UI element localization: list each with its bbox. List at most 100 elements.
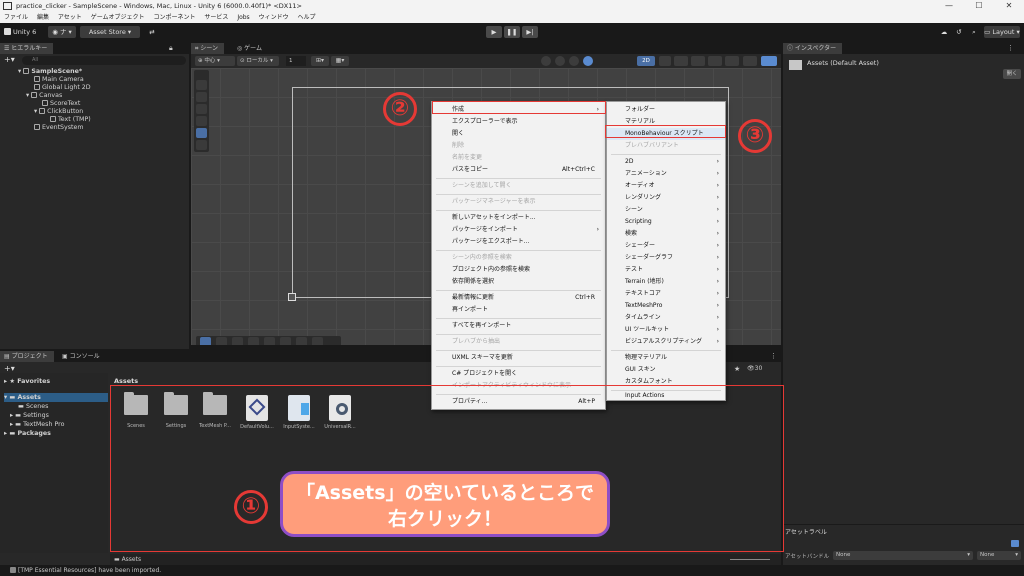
submenu-item-visual-scripting[interactable]: ビジュアルスクリプティング › [607,336,725,348]
favorite-star-icon[interactable]: ★ [734,365,740,373]
camera-settings-icon[interactable] [725,56,739,66]
menu-item-reimport[interactable]: 再インポート [432,304,605,316]
lighting-toggle-icon[interactable] [659,56,671,66]
lighting-mode-icon[interactable] [569,56,579,66]
submenu-item-2d[interactable]: 2D › [607,156,725,168]
scale-tool-icon[interactable] [196,116,207,126]
rect-tool-icon[interactable] [196,128,207,138]
close-button[interactable]: ✕ [994,0,1024,12]
layout-dropdown[interactable]: ▭ Layout ▾ [984,26,1020,38]
menu-component[interactable]: コンポーネント [153,14,195,21]
submenu-item-scripting[interactable]: Scripting › [607,216,725,228]
hidden-objects-icon[interactable] [708,56,722,66]
grid-snap-button[interactable]: ⊞▾ [311,56,329,66]
2d-mode-toggle[interactable]: 2D [637,56,655,66]
label-tag-icon[interactable] [1011,540,1019,547]
tree-item-scenes[interactable]: ▬ Scenes [18,402,48,411]
hierarchy-item-eventsystem[interactable]: EventSystem [34,123,84,132]
play-button[interactable]: ▶ [486,26,502,38]
render-mode-icon[interactable] [583,56,593,66]
breadcrumb[interactable]: Assets [114,377,138,385]
menu-item-export-package[interactable]: パッケージをエクスポート... [432,236,605,248]
history-icon[interactable]: ↺ [954,26,964,38]
tree-item-textmeshpro[interactable]: ▸ ▬ TextMesh Pro [10,420,64,429]
maximize-button[interactable]: ☐ [964,0,994,12]
asset-variant-dropdown[interactable]: None ▾ [977,551,1021,560]
project-menu-icon[interactable]: ⋮ [770,352,777,360]
tree-item-assets[interactable]: ▾ ▬ Assets [4,393,108,402]
add-object-button[interactable]: +▾ [4,55,15,64]
menu-assets[interactable]: アセット [58,14,82,21]
effects-toggle-icon[interactable] [691,56,705,66]
minimize-button[interactable]: — [934,0,964,12]
submenu-item-gui-skin[interactable]: GUI スキン [607,364,725,376]
overlay-search-icon[interactable] [280,337,291,345]
menu-item-open-csharp-project[interactable]: C# プロジェクトを開く [432,368,605,380]
rotate-tool-icon[interactable] [196,104,207,114]
menu-window[interactable]: ウィンドウ [259,14,289,21]
submenu-item-timeline[interactable]: タイムライン › [607,312,725,324]
space-dropdown[interactable]: ⊙ ローカル ▾ [237,56,279,66]
inspector-lock-icon[interactable]: ⋮ [1007,44,1014,52]
pivot-dropdown[interactable]: ⊕ 中心 ▾ [195,56,235,66]
hierarchy-search-input[interactable]: All [22,56,186,65]
move-tool-icon[interactable] [196,92,207,102]
gizmos-toggle-icon[interactable] [743,56,757,66]
draw-mode-icon[interactable] [555,56,565,66]
snap-increment-input[interactable]: 1 [286,56,306,66]
menu-services[interactable]: サービス [204,14,228,21]
unity-account-button[interactable]: Unity 6 [4,26,44,38]
menu-file[interactable]: ファイル [4,14,28,21]
tab-console[interactable]: ▣ コンソール [58,351,106,362]
menu-item-find-in-project[interactable]: プロジェクト内の参照を検索 [432,264,605,276]
submenu-item-folder[interactable]: フォルダー [607,104,725,116]
submenu-item-text-core[interactable]: テキストコア › [607,288,725,300]
tree-item-packages[interactable]: ▸ ▬ Packages [4,429,51,438]
menu-gameobject[interactable]: ゲームオブジェクト [91,14,145,21]
tab-game[interactable]: ◎ ゲーム [233,43,268,54]
audio-toggle-icon[interactable] [674,56,688,66]
menu-jobs[interactable]: Jobs [237,14,249,21]
menu-item-refresh[interactable]: 最新情報に更新 Ctrl+R [432,292,605,304]
account-dropdown[interactable]: ◉ ナ ▾ [48,26,76,38]
submenu-item-ui-toolkit[interactable]: UI ツールキット › [607,324,725,336]
tab-hierarchy[interactable]: ☰ ヒエラルキー [0,43,54,54]
pause-button[interactable]: ❚❚ [504,26,520,38]
menu-item-reimport-all[interactable]: すべてを再インポート [432,320,605,332]
tab-scene[interactable]: ⌗ シーン [191,43,224,54]
submenu-item-scene[interactable]: シーン › [607,204,725,216]
grid-visibility-button[interactable]: ▦▾ [331,56,349,66]
zoom-slider[interactable] [730,559,770,560]
project-add-button[interactable]: +▾ [4,364,15,373]
menu-item-select-dependencies[interactable]: 依存関係を選択 [432,276,605,288]
menu-item-open[interactable]: 開く [432,128,605,140]
submenu-item-shader-graph[interactable]: シェーダーグラフ › [607,252,725,264]
submenu-item-testing[interactable]: テスト › [607,264,725,276]
overlay-layout-icon[interactable] [216,337,227,345]
shading-mode-icon[interactable] [541,56,551,66]
overlay-paint-icon[interactable] [264,337,275,345]
menu-item-update-uxml-schema[interactable]: UXML スキーマを更新 [432,352,605,364]
submenu-item-shader[interactable]: シェーダー › [607,240,725,252]
menu-edit[interactable]: 編集 [37,14,49,21]
menu-item-import-new-asset[interactable]: 新しいアセットをインポート... [432,212,605,224]
step-button[interactable]: ▶| [522,26,538,38]
menu-help[interactable]: ヘルプ [298,14,316,21]
version-control-icon[interactable]: ⇄ [146,26,158,38]
button-rect-handle[interactable] [288,293,296,301]
search-icon[interactable]: ⌕ [969,26,979,38]
menu-item-import-package[interactable]: パッケージをインポート › [432,224,605,236]
open-button[interactable]: 開く [1003,69,1021,79]
overlay-rect-icon[interactable] [200,337,211,345]
submenu-item-search[interactable]: 検索 › [607,228,725,240]
tab-project[interactable]: ▤ プロジェクト [0,351,54,362]
overlay-camera-icon[interactable] [296,337,307,345]
menu-item-copy-path[interactable]: パスをコピー Alt+Ctrl+C [432,164,605,176]
submenu-item-audio[interactable]: オーディオ › [607,180,725,192]
overlay-settings-icon[interactable] [312,337,323,345]
menu-item-show-in-explorer[interactable]: エクスプローラーで表示 [432,116,605,128]
asset-store-button[interactable]: Asset Store ▾ [80,26,140,38]
tab-inspector[interactable]: ⓘ インスペクター [783,43,843,54]
asset-bundle-dropdown[interactable]: None ▾ [833,551,973,560]
tree-item-favorites[interactable]: ▸ ★ Favorites [4,377,50,386]
